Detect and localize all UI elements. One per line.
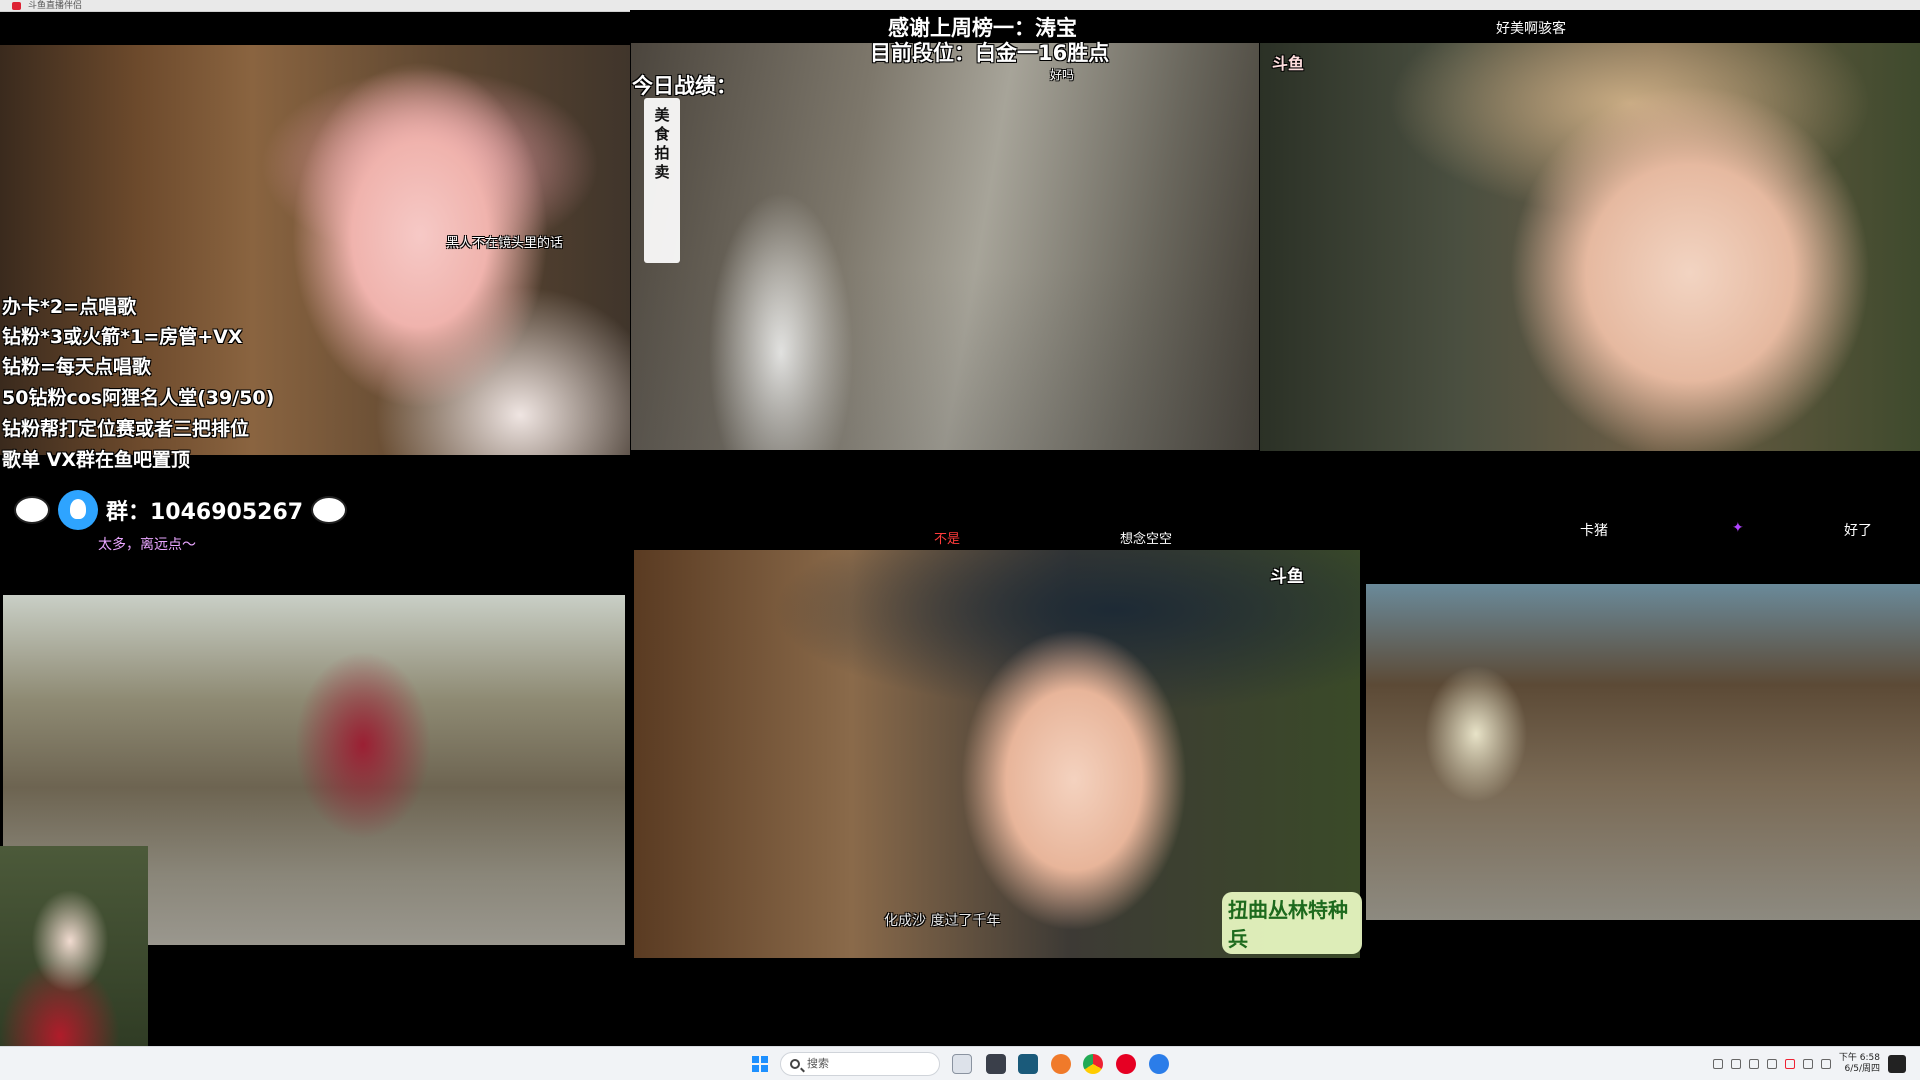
pane-bottom-left: 太多，离远点～ xyxy=(0,484,628,1060)
sign-char: 卖 xyxy=(654,163,670,181)
vertical-sign: 美 食 拍 卖 xyxy=(644,98,680,263)
netease-music-icon[interactable] xyxy=(1116,1054,1136,1074)
pip-video-feed xyxy=(0,846,148,1060)
window-title: 斗鱼直播伴侣 xyxy=(28,1,83,11)
qq-icon xyxy=(58,490,98,530)
info-line: 钻粉*3或火箭*1=房管+VX xyxy=(2,326,243,348)
pen-app-icon[interactable] xyxy=(986,1054,1006,1074)
record-label: 今日战绩： xyxy=(632,74,737,98)
rank-banner: 目前段位：白金一16胜点 xyxy=(870,41,1110,65)
taskbar: 搜索 下午 6:58 6/5/周四 xyxy=(0,1046,1920,1080)
group-info-row: 群：1046905267 xyxy=(14,490,348,530)
sign-char: 食 xyxy=(654,125,670,143)
sign-char: 美 xyxy=(654,106,670,124)
video-feed-bottom-right xyxy=(1366,584,1920,920)
danmu-bottom-center: 不是 xyxy=(934,532,961,547)
brand-watermark: 斗鱼 xyxy=(1272,54,1305,73)
video-feed-top-right xyxy=(1260,43,1920,451)
pane-bottom-center: 不是 想念空空 斗鱼 化成沙 度过了千年 扭曲丛林特种兵 xyxy=(630,484,1362,1040)
show-logo: 扭曲丛林特种兵 xyxy=(1222,892,1362,954)
chevron-up-icon[interactable] xyxy=(1712,1059,1723,1069)
danmu-bottom-right: 好了 xyxy=(1844,523,1872,539)
chrome-icon[interactable] xyxy=(1083,1054,1103,1074)
network-icon[interactable] xyxy=(1802,1059,1813,1069)
task-view-icon[interactable] xyxy=(952,1054,972,1074)
search-placeholder: 搜索 xyxy=(807,1057,829,1070)
info-line: 钻粉帮打定位赛或者三把排位 xyxy=(2,418,250,440)
system-tray: 下午 6:58 6/5/周四 xyxy=(1712,1047,1906,1080)
app-tray-icon[interactable] xyxy=(1784,1059,1795,1069)
chat-snippet: 好吗 xyxy=(1050,68,1075,82)
volume-icon[interactable] xyxy=(1820,1059,1831,1069)
danmu-bottom-right-icon: ✦ xyxy=(1732,520,1744,536)
info-line: 50钻粉cos阿狸名人堂(39/50) xyxy=(2,387,275,409)
browser-icon[interactable] xyxy=(1149,1054,1169,1074)
video-feed-top-center xyxy=(631,43,1259,450)
pane-top-center: 感谢上周榜一：涛宝 目前段位：白金一16胜点 今日战绩： 好吗 美 食 拍 卖 xyxy=(630,10,1260,482)
clock-date: 6/5/周四 xyxy=(1844,1064,1880,1074)
group-number: 群：1046905267 xyxy=(106,500,304,525)
media-app-icon[interactable] xyxy=(1051,1054,1071,1074)
app-icon xyxy=(12,2,21,10)
info-line: 钻粉=每天点唱歌 xyxy=(2,356,151,378)
clock[interactable]: 下午 6:58 6/5/周四 xyxy=(1839,1053,1880,1075)
clock-time: 下午 6:58 xyxy=(1838,1053,1880,1063)
brand-watermark: 斗鱼 xyxy=(1270,567,1304,587)
sign-char: 拍 xyxy=(654,144,670,162)
info-line: 办卡*2=点唱歌 xyxy=(2,296,137,318)
keyboard-icon[interactable] xyxy=(1748,1059,1759,1069)
pane-top-right: 好美啊骇客 斗鱼 xyxy=(1260,10,1920,482)
video-subtitle: 化成沙 度过了千年 xyxy=(884,913,1001,929)
info-line: 歌单 VX群在鱼吧置顶 xyxy=(2,449,190,471)
danmu-bottom-center: 想念空空 xyxy=(1120,532,1173,547)
start-button[interactable] xyxy=(752,1056,768,1072)
chat-bubble-icon xyxy=(311,496,348,524)
input-method-icon[interactable] xyxy=(1766,1059,1777,1069)
chat-bubble-icon xyxy=(14,496,50,524)
danmu-top-right: 好美啊骇客 xyxy=(1496,21,1566,37)
search-icon xyxy=(790,1059,800,1069)
danmu-bottom-right: 卡猪 xyxy=(1580,523,1608,539)
stream-app-icon[interactable] xyxy=(1018,1054,1038,1074)
danmu-top-left: 黑人不在镜头里的话 xyxy=(446,236,564,251)
danmu-bottom-left: 太多，离远点～ xyxy=(98,537,196,553)
notification-icon[interactable] xyxy=(1888,1055,1906,1073)
pane-bottom-right: 卡猪 ✦ 好了 xyxy=(1362,484,1920,1040)
microphone-icon[interactable] xyxy=(1730,1059,1741,1069)
taskbar-search[interactable]: 搜索 xyxy=(780,1052,940,1076)
